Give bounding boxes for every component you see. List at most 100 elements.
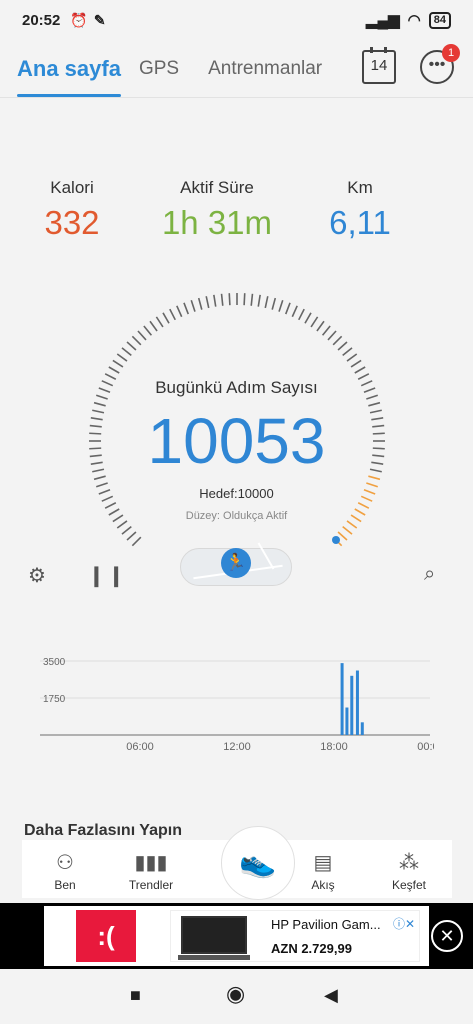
gauge-tick — [205, 296, 210, 309]
step-count: 10053 — [147, 405, 326, 477]
nav-label: Ben — [54, 878, 76, 892]
calendar-icon[interactable]: 14 — [362, 47, 396, 84]
stat-value: 332 — [44, 204, 100, 241]
gauge-tick — [321, 325, 331, 336]
gauge-tick — [112, 359, 124, 368]
nav-label: Keşfet — [391, 878, 427, 892]
gauge-tick — [183, 302, 190, 315]
stat-distance: Km 6,11 — [300, 178, 420, 242]
ad-content[interactable]: :( HP Pavilion Gam... AZN 2.729,99 ⓘ✕ — [44, 906, 429, 966]
gauge-tick — [316, 320, 325, 332]
stat-value: 6,11 — [329, 204, 391, 241]
gauge-progress-marker — [331, 535, 340, 544]
status-bar: 20:52 ⏰ ✎ ▂▄▆ ◠ 84 — [0, 0, 473, 40]
gauge-tick — [104, 502, 117, 509]
stat-label: Aktif Süre — [180, 178, 254, 197]
gauge-tick — [228, 293, 231, 306]
gauge-tick — [337, 341, 348, 351]
gauge-tick — [137, 330, 147, 341]
gauge-tick — [304, 312, 312, 324]
step-goal: Hedef:10000 — [199, 486, 274, 501]
gauge-tick — [197, 297, 203, 310]
bottom-nav: ⚇ Ben ▮▮▮ Trendler ▤ Akış ⁂ Keşfet 👟 — [22, 826, 452, 900]
gauge-tick — [278, 299, 284, 312]
gauge-tick — [155, 316, 164, 328]
gauge-tick — [176, 305, 183, 318]
shoe-icon[interactable]: 👟 — [221, 826, 295, 900]
bar-chart-icon: ▮▮▮ — [134, 852, 168, 874]
gauge-tick — [131, 335, 142, 346]
gauge-tick — [250, 293, 254, 306]
gauge-tick — [213, 294, 217, 307]
notification-icon: ✎ — [93, 11, 106, 28]
tab-gps[interactable]: GPS — [139, 40, 179, 98]
section-title: Daha Fazlasını Yapın — [24, 822, 182, 839]
gauge-tick — [284, 302, 291, 315]
runner-icon: 🏃 — [221, 548, 251, 578]
stat-active-time: Aktif Süre 1h 31m — [157, 178, 277, 242]
person-icon: ⚇ — [56, 852, 74, 874]
stat-label: Km — [347, 178, 373, 197]
y-tick-label: 3500 — [43, 657, 66, 668]
wifi-icon: ◠ — [407, 12, 421, 29]
gauge-tick — [143, 325, 153, 336]
gauge-tick — [121, 347, 132, 357]
ad-info-icon[interactable]: ⓘ✕ — [393, 915, 415, 932]
gauge-tick — [169, 308, 176, 321]
ad-product-card[interactable]: HP Pavilion Gam... AZN 2.729,99 ⓘ✕ — [170, 910, 420, 962]
tab-antrenmanlar[interactable]: Antrenmanlar — [208, 40, 322, 98]
stat-value: 1h 31m — [161, 204, 273, 241]
gauge-tick — [108, 366, 120, 374]
gauge-tick — [121, 525, 132, 535]
gauge-tick — [354, 366, 366, 374]
hourly-steps-chart: 3500 1750 06:00 12:00 18:00 00:00 — [40, 657, 434, 753]
gauge-title: Bugünkü Adım Sayısı — [155, 378, 318, 397]
status-time: 20:52 — [22, 11, 61, 29]
nav-kesfet[interactable]: ⁂ Keşfet — [366, 840, 452, 898]
gauge-tick — [357, 502, 370, 509]
nav-label: Trendler — [128, 878, 174, 892]
x-tick-label: 00:00 — [417, 741, 434, 753]
ad-banner[interactable]: :( HP Pavilion Gam... AZN 2.729,99 ⓘ✕ ✕ — [0, 903, 473, 969]
gauge-tick — [131, 536, 142, 547]
back-button[interactable]: ◀ — [324, 985, 338, 1006]
tab-bar: Ana sayfa GPS Antrenmanlar — [0, 40, 473, 98]
x-tick-label: 06:00 — [126, 741, 154, 753]
chart-bar — [340, 663, 344, 735]
x-tick-label: 18:00 — [320, 741, 348, 753]
gauge-tick — [291, 305, 298, 318]
gauge-tick — [332, 335, 343, 346]
gauge-tick — [342, 347, 353, 357]
notification-badge: 1 — [442, 44, 460, 62]
system-nav-bar: ■ ◉ ◀ — [0, 969, 473, 1024]
alarm-icon: ⏰ — [70, 11, 88, 28]
y-tick-label: 1750 — [43, 694, 66, 705]
gauge-tick — [271, 297, 277, 310]
chart-bar — [350, 675, 354, 735]
chart-bar — [345, 707, 349, 735]
gear-icon[interactable]: ⚙ — [28, 563, 46, 588]
activity-level: Düzey: Oldukça Aktif — [185, 510, 288, 522]
home-button[interactable]: ◉ — [226, 981, 245, 1007]
ad-price: AZN 2.729,99 — [271, 941, 352, 956]
gauge-tick — [264, 296, 269, 309]
gauge-tick — [220, 293, 224, 306]
laptop-image — [178, 916, 250, 960]
gauge-tick — [310, 316, 319, 328]
chart-bar — [355, 670, 359, 735]
gauge-tick — [116, 353, 128, 362]
tab-ana-sayfa[interactable]: Ana sayfa — [17, 40, 121, 98]
close-icon[interactable]: ✕ — [431, 920, 463, 952]
search-icon[interactable]: ⌕ — [424, 563, 435, 586]
gauge-tick — [126, 341, 137, 351]
pause-icon[interactable]: ❙❙ — [88, 563, 128, 588]
nav-ben[interactable]: ⚇ Ben — [22, 840, 108, 898]
chart-bar — [360, 722, 364, 735]
gps-map-button[interactable]: 🏃 — [180, 542, 292, 586]
gauge-tick — [346, 353, 358, 362]
discover-icon: ⁂ — [399, 852, 419, 874]
nav-trendler[interactable]: ▮▮▮ Trendler — [108, 840, 194, 898]
gauge-tick — [126, 531, 137, 541]
recents-button[interactable]: ■ — [130, 985, 141, 1006]
gauge-tick — [342, 525, 353, 535]
